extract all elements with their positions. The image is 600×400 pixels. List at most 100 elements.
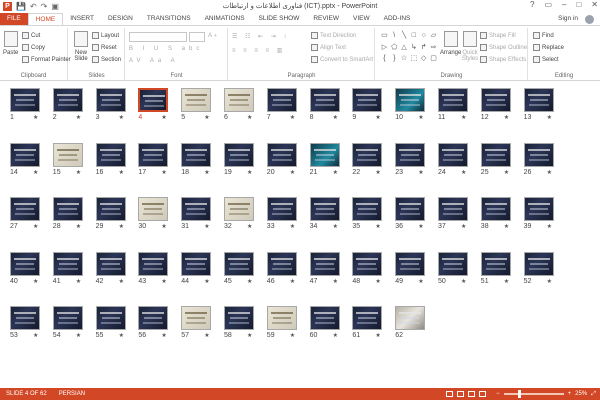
animation-star-icon[interactable]: ★ (504, 223, 509, 230)
animation-star-icon[interactable]: ★ (547, 169, 552, 176)
layout-button[interactable]: Layout (92, 32, 119, 39)
cut-button[interactable]: Cut (22, 32, 40, 39)
slide-thumbnail[interactable]: 29 ★ (95, 197, 126, 230)
format-painter-button[interactable]: Format Painter (22, 56, 71, 63)
slide-thumbnail[interactable]: 37 ★ (438, 197, 468, 230)
animation-star-icon[interactable]: ★ (247, 169, 252, 176)
slide-thumbnail[interactable]: 2 ★ (52, 88, 83, 121)
animation-star-icon[interactable]: ★ (161, 169, 166, 176)
animation-star-icon[interactable]: ★ (33, 332, 38, 339)
avatar[interactable] (585, 15, 594, 24)
ribbon-display-icon[interactable]: ▭ (544, 0, 552, 9)
shape-square-icon[interactable]: □ (409, 31, 418, 42)
close-icon[interactable]: ✕ (591, 0, 598, 9)
slide-thumbnail[interactable]: 55 ★ (95, 306, 126, 339)
tab-view[interactable]: VIEW (346, 13, 377, 25)
slide-thumbnail[interactable]: 61 ★ (352, 306, 383, 339)
zoom-slider[interactable] (503, 390, 564, 398)
animation-star-icon[interactable]: ★ (418, 169, 423, 176)
sign-in-link[interactable]: Sign in (558, 13, 578, 25)
animation-star-icon[interactable]: ★ (76, 332, 81, 339)
slide-thumbnail[interactable]: 18 ★ (181, 142, 212, 176)
shape-parallelogram-icon[interactable]: ▱ (429, 31, 438, 42)
convert-smartart-button[interactable]: Convert to SmartArt (311, 56, 373, 63)
animation-star-icon[interactable]: ★ (161, 223, 166, 230)
animation-star-icon[interactable]: ★ (76, 223, 81, 230)
replace-button[interactable]: Replace (533, 44, 564, 51)
list-buttons[interactable]: ☰ ☷ ⇤ ⇥ ↕ (232, 33, 289, 40)
animation-star-icon[interactable]: ★ (204, 278, 209, 285)
undo-icon[interactable]: ↶ (30, 2, 37, 11)
tab-add-ins[interactable]: ADD-INS (377, 13, 418, 25)
slide-thumbnail[interactable]: 22 ★ (352, 142, 383, 176)
slide-thumbnail[interactable]: 58 ★ (224, 306, 254, 339)
animation-star-icon[interactable]: ★ (161, 114, 166, 121)
slide-thumbnail[interactable]: 14 ★ (10, 142, 40, 176)
slide-thumbnail[interactable]: 6 ★ (224, 88, 254, 121)
animation-star-icon[interactable]: ★ (76, 114, 81, 121)
animation-star-icon[interactable]: ★ (247, 223, 252, 230)
start-slideshow-icon[interactable]: ▣ (51, 2, 59, 11)
copy-button[interactable]: Copy (22, 44, 45, 51)
animation-star-icon[interactable]: ★ (290, 278, 295, 285)
slide-thumbnail[interactable]: 45 ★ (224, 251, 254, 285)
slide-thumbnail[interactable]: 31 ★ (181, 197, 212, 230)
slide-thumbnail[interactable]: 24 ★ (438, 142, 468, 176)
slide-thumbnail[interactable]: 8 ★ (309, 88, 340, 121)
slide-thumbnail[interactable]: 39 ★ (523, 197, 554, 230)
new-slide-button[interactable]: New Slide (72, 31, 90, 62)
animation-star-icon[interactable]: ★ (333, 114, 338, 121)
animation-star-icon[interactable]: ★ (204, 114, 209, 121)
align-text-button[interactable]: Align Text (311, 44, 346, 51)
slide-thumbnail[interactable]: 19 ★ (224, 142, 254, 176)
shape-triangle-right-icon[interactable]: ▷ (380, 43, 389, 54)
slide-thumbnail[interactable]: 12 ★ (480, 88, 511, 121)
slide-thumbnail[interactable]: 46 ★ (266, 251, 297, 285)
slide-thumbnail[interactable]: 57 ★ (181, 306, 212, 339)
animation-star-icon[interactable]: ★ (375, 332, 380, 339)
animation-star-icon[interactable]: ★ (247, 278, 252, 285)
slide-thumbnail[interactable]: 53 ★ (10, 306, 40, 339)
slide-thumbnail[interactable]: 56 ★ (138, 306, 169, 339)
redo-icon[interactable]: ↷ (41, 2, 48, 11)
arrange-button[interactable]: Arrange (440, 31, 461, 56)
animation-star-icon[interactable]: ★ (333, 332, 338, 339)
shape-bent-arrow-icon[interactable]: ↳ (409, 43, 418, 54)
font-color-buttons[interactable]: AV Aa A (129, 58, 179, 64)
animation-star-icon[interactable]: ★ (461, 114, 466, 121)
slide-thumbnail[interactable]: 33 ★ (266, 197, 297, 230)
shape-effects-button[interactable]: Shape Effects (480, 56, 526, 63)
animation-star-icon[interactable]: ★ (204, 223, 209, 230)
animation-star-icon[interactable]: ★ (504, 169, 509, 176)
find-button[interactable]: Find (533, 32, 554, 39)
quick-styles-button[interactable]: Quick Styles (462, 31, 478, 62)
animation-star-icon[interactable]: ★ (33, 278, 38, 285)
animation-star-icon[interactable]: ★ (375, 278, 380, 285)
slide-thumbnail[interactable]: 1 ★ (10, 88, 40, 121)
animation-star-icon[interactable]: ★ (504, 278, 509, 285)
fit-slide-icon[interactable]: ⤢ (591, 391, 596, 398)
language-status[interactable]: PERSIAN (53, 391, 91, 397)
slide-thumbnail[interactable]: 51 ★ (480, 251, 511, 285)
animation-star-icon[interactable]: ★ (76, 278, 81, 285)
animation-star-icon[interactable]: ★ (204, 169, 209, 176)
slide-thumbnail[interactable]: 4 ★ (138, 88, 169, 121)
shape-triangle-icon[interactable]: △ (400, 43, 409, 54)
slide-thumbnail[interactable]: 7 ★ (266, 88, 297, 121)
shape-up-arrow-icon[interactable]: ↱ (419, 43, 428, 54)
animation-star-icon[interactable]: ★ (161, 278, 166, 285)
animation-star-icon[interactable]: ★ (119, 223, 124, 230)
slide-thumbnail[interactable]: 50 ★ (438, 251, 468, 285)
zoom-out-button[interactable]: − (496, 391, 500, 397)
slide-thumbnail[interactable]: 41 ★ (52, 251, 83, 285)
slide-thumbnail[interactable]: 20 ★ (266, 142, 297, 176)
font-size-box[interactable] (189, 32, 205, 42)
slide-sorter-view-icon[interactable] (457, 391, 465, 397)
reset-button[interactable]: Reset (92, 44, 117, 51)
zoom-slider-thumb[interactable] (517, 390, 521, 398)
slide-thumbnail[interactable]: 28 ★ (52, 197, 83, 230)
powerpoint-app-icon[interactable]: P (3, 1, 12, 11)
slide-thumbnail[interactable]: 10 ★ (395, 88, 426, 121)
animation-star-icon[interactable]: ★ (375, 223, 380, 230)
slideshow-view-icon[interactable] (479, 391, 487, 397)
